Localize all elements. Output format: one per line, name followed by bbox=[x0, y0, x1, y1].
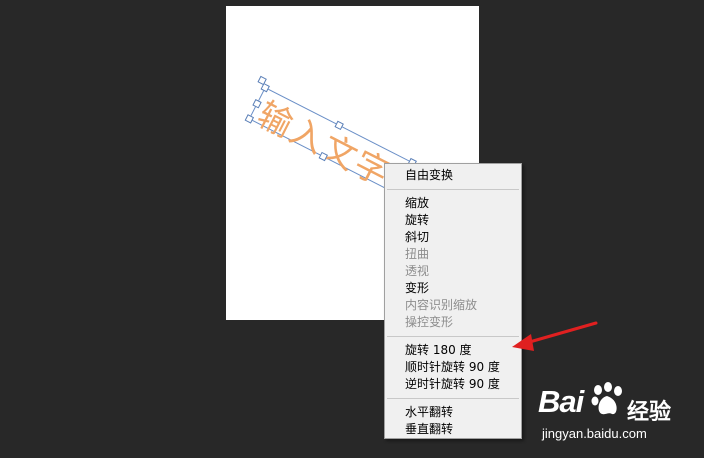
watermark-jingyan-text: 经验 bbox=[627, 400, 672, 425]
watermark-url: jingyan.baidu.com bbox=[542, 426, 647, 441]
baidu-jingyan-watermark: Bai 经验 jingyan.baidu.com bbox=[538, 376, 698, 446]
arrow-shaft bbox=[524, 321, 598, 345]
paw-icon bbox=[591, 382, 622, 415]
watermark-logo-text: Bai bbox=[538, 384, 584, 419]
arrow-head bbox=[512, 334, 534, 351]
